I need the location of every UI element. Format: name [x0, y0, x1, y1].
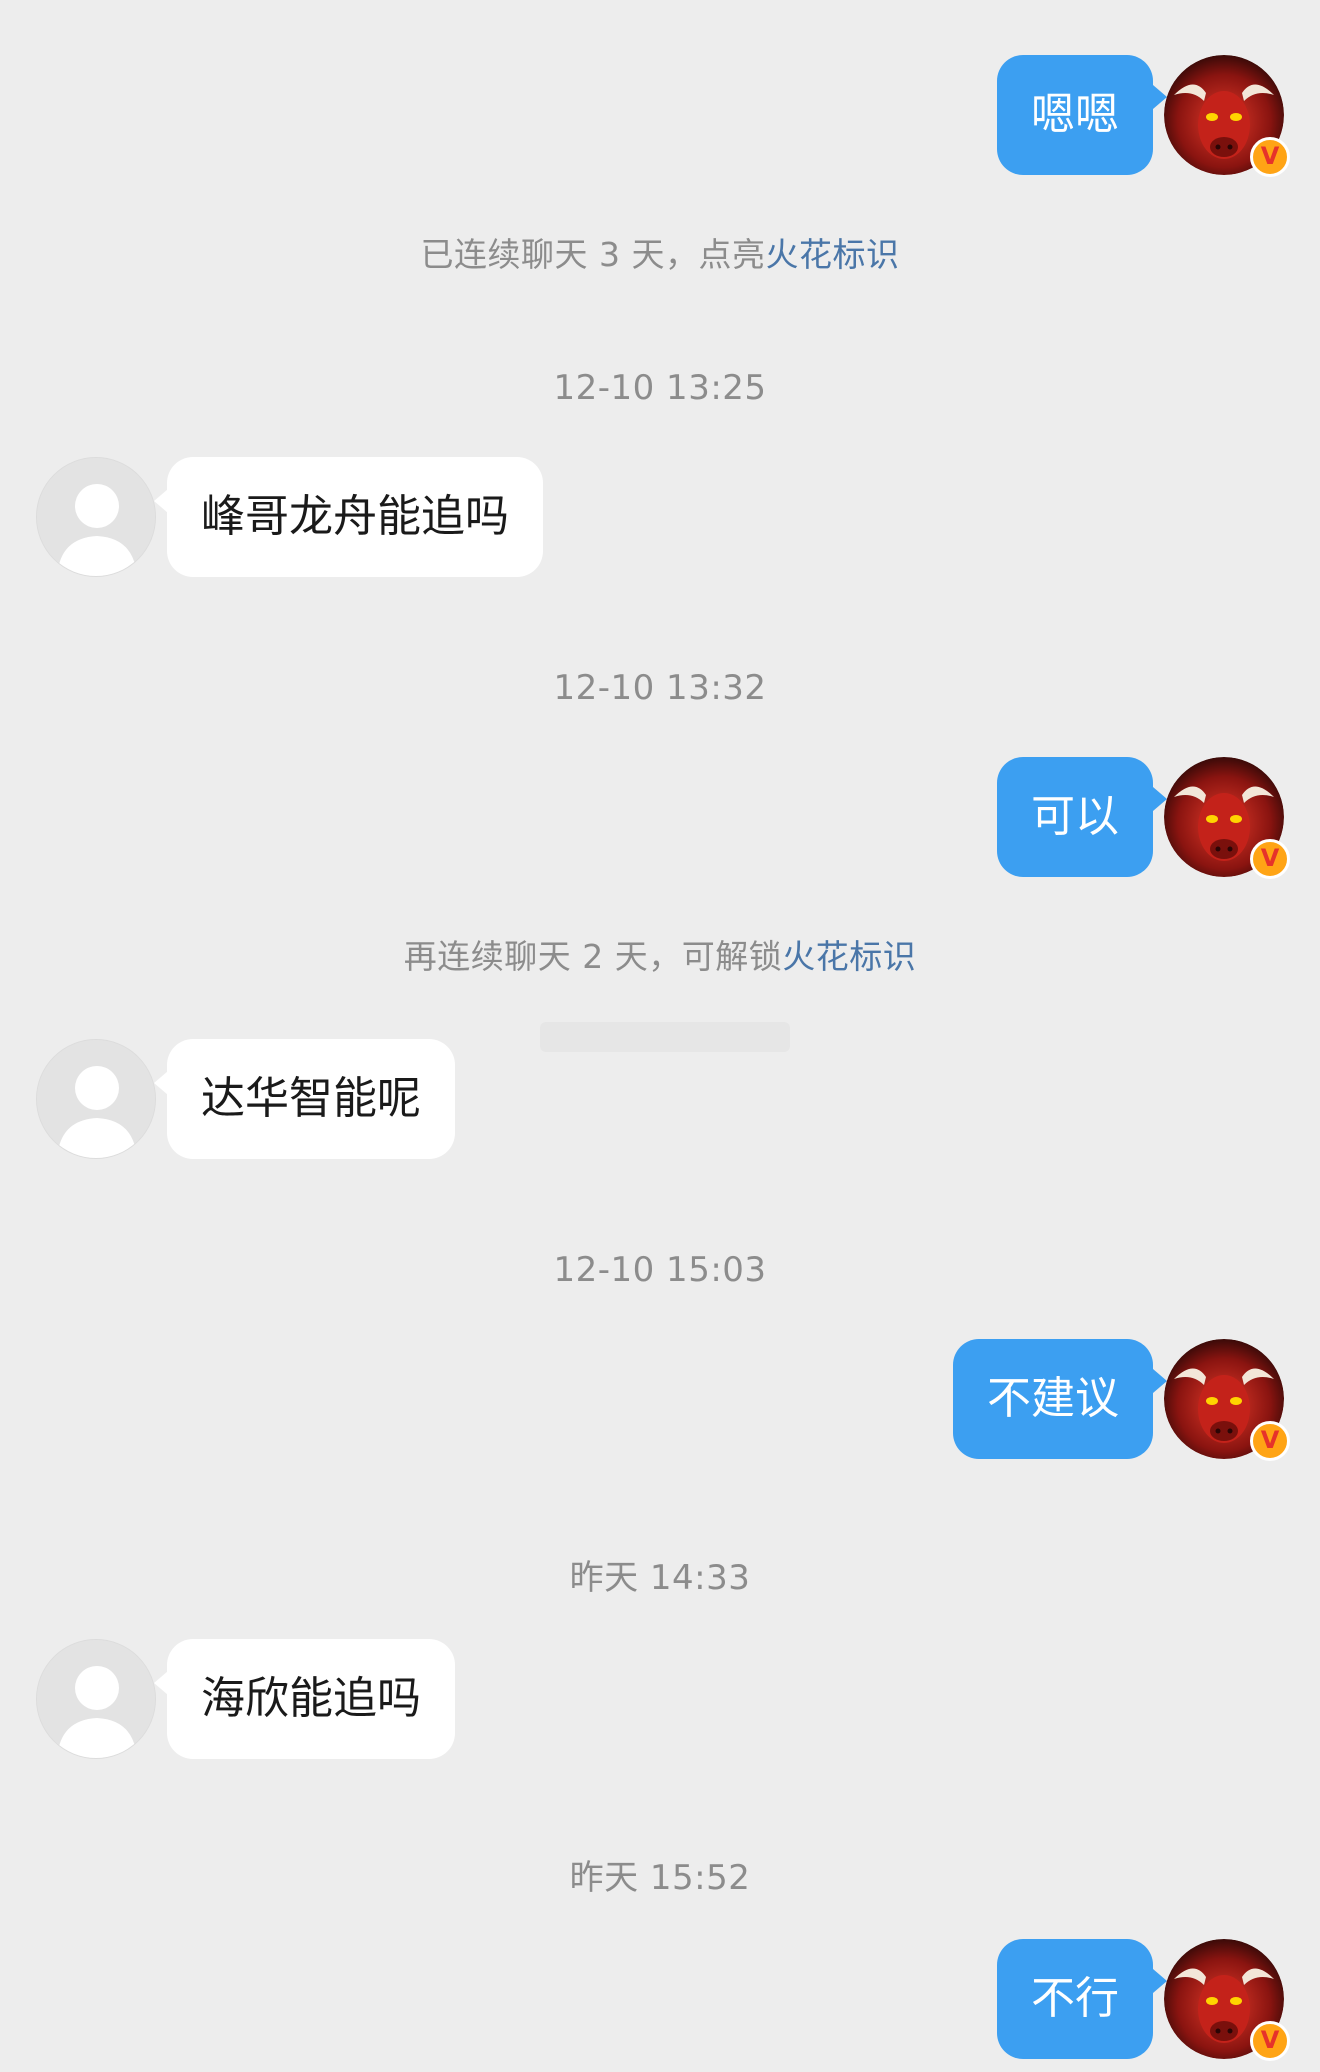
timestamp: 12-10 13:25: [553, 368, 767, 408]
message-text: 嗯嗯: [1031, 89, 1119, 140]
message-row-outgoing: 嗯嗯 V: [0, 55, 1320, 185]
default-person-avatar-icon: [37, 458, 155, 576]
other-avatar[interactable]: [36, 1039, 156, 1159]
message-text: 海欣能追吗: [201, 1673, 421, 1724]
message-text: 不建议: [987, 1373, 1119, 1424]
bubble-tail: [154, 1671, 168, 1695]
message-row-incoming: 峰哥龙舟能追吗: [0, 457, 1320, 579]
system-notice-text: 已连续聊天 3 天，点亮: [420, 235, 766, 274]
message-bubble-outgoing[interactable]: 不建议: [953, 1339, 1153, 1459]
verified-v-icon: V: [1250, 2021, 1290, 2061]
other-avatar[interactable]: [36, 1639, 156, 1759]
message-bubble-incoming[interactable]: 达华智能呢: [167, 1039, 455, 1159]
spark-badge-link[interactable]: 火花标识: [782, 937, 916, 976]
verified-v-icon: V: [1250, 839, 1290, 879]
message-row-incoming: 达华智能呢: [0, 1039, 1320, 1161]
message-row-outgoing: 不行 V: [0, 1939, 1320, 2069]
message-bubble-incoming[interactable]: 海欣能追吗: [167, 1639, 455, 1759]
timestamp: 昨天 15:52: [569, 1858, 751, 1898]
bubble-tail: [154, 489, 168, 513]
message-bubble-outgoing[interactable]: 不行: [997, 1939, 1153, 2059]
message-bubble-outgoing[interactable]: 嗯嗯: [997, 55, 1153, 175]
spark-badge-link[interactable]: 火花标识: [765, 235, 899, 274]
message-text: 可以: [1031, 791, 1119, 842]
bubble-tail: [154, 1071, 168, 1095]
system-notice: 再连续聊天 2 天，可解锁火花标识: [0, 930, 1320, 978]
message-text: 峰哥龙舟能追吗: [201, 491, 509, 542]
default-person-avatar-icon: [37, 1040, 155, 1158]
timestamp: 12-10 13:32: [553, 668, 767, 708]
verified-v-icon: V: [1250, 137, 1290, 177]
other-avatar[interactable]: [36, 457, 156, 577]
message-row-outgoing: 可以 V: [0, 757, 1320, 887]
default-person-avatar-icon: [37, 1640, 155, 1758]
message-text: 达华智能呢: [201, 1073, 421, 1124]
system-notice-text: 再连续聊天 2 天，可解锁: [403, 937, 783, 976]
message-bubble-incoming[interactable]: 峰哥龙舟能追吗: [167, 457, 543, 577]
message-bubble-outgoing[interactable]: 可以: [997, 757, 1153, 877]
message-row-outgoing: 不建议 V: [0, 1339, 1320, 1469]
timestamp: 12-10 15:03: [553, 1250, 767, 1290]
message-row-incoming: 海欣能追吗: [0, 1639, 1320, 1761]
system-notice: 已连续聊天 3 天，点亮火花标识: [0, 228, 1320, 276]
message-text: 不行: [1031, 1973, 1119, 2024]
timestamp: 昨天 14:33: [569, 1558, 751, 1598]
verified-v-icon: V: [1250, 1421, 1290, 1461]
